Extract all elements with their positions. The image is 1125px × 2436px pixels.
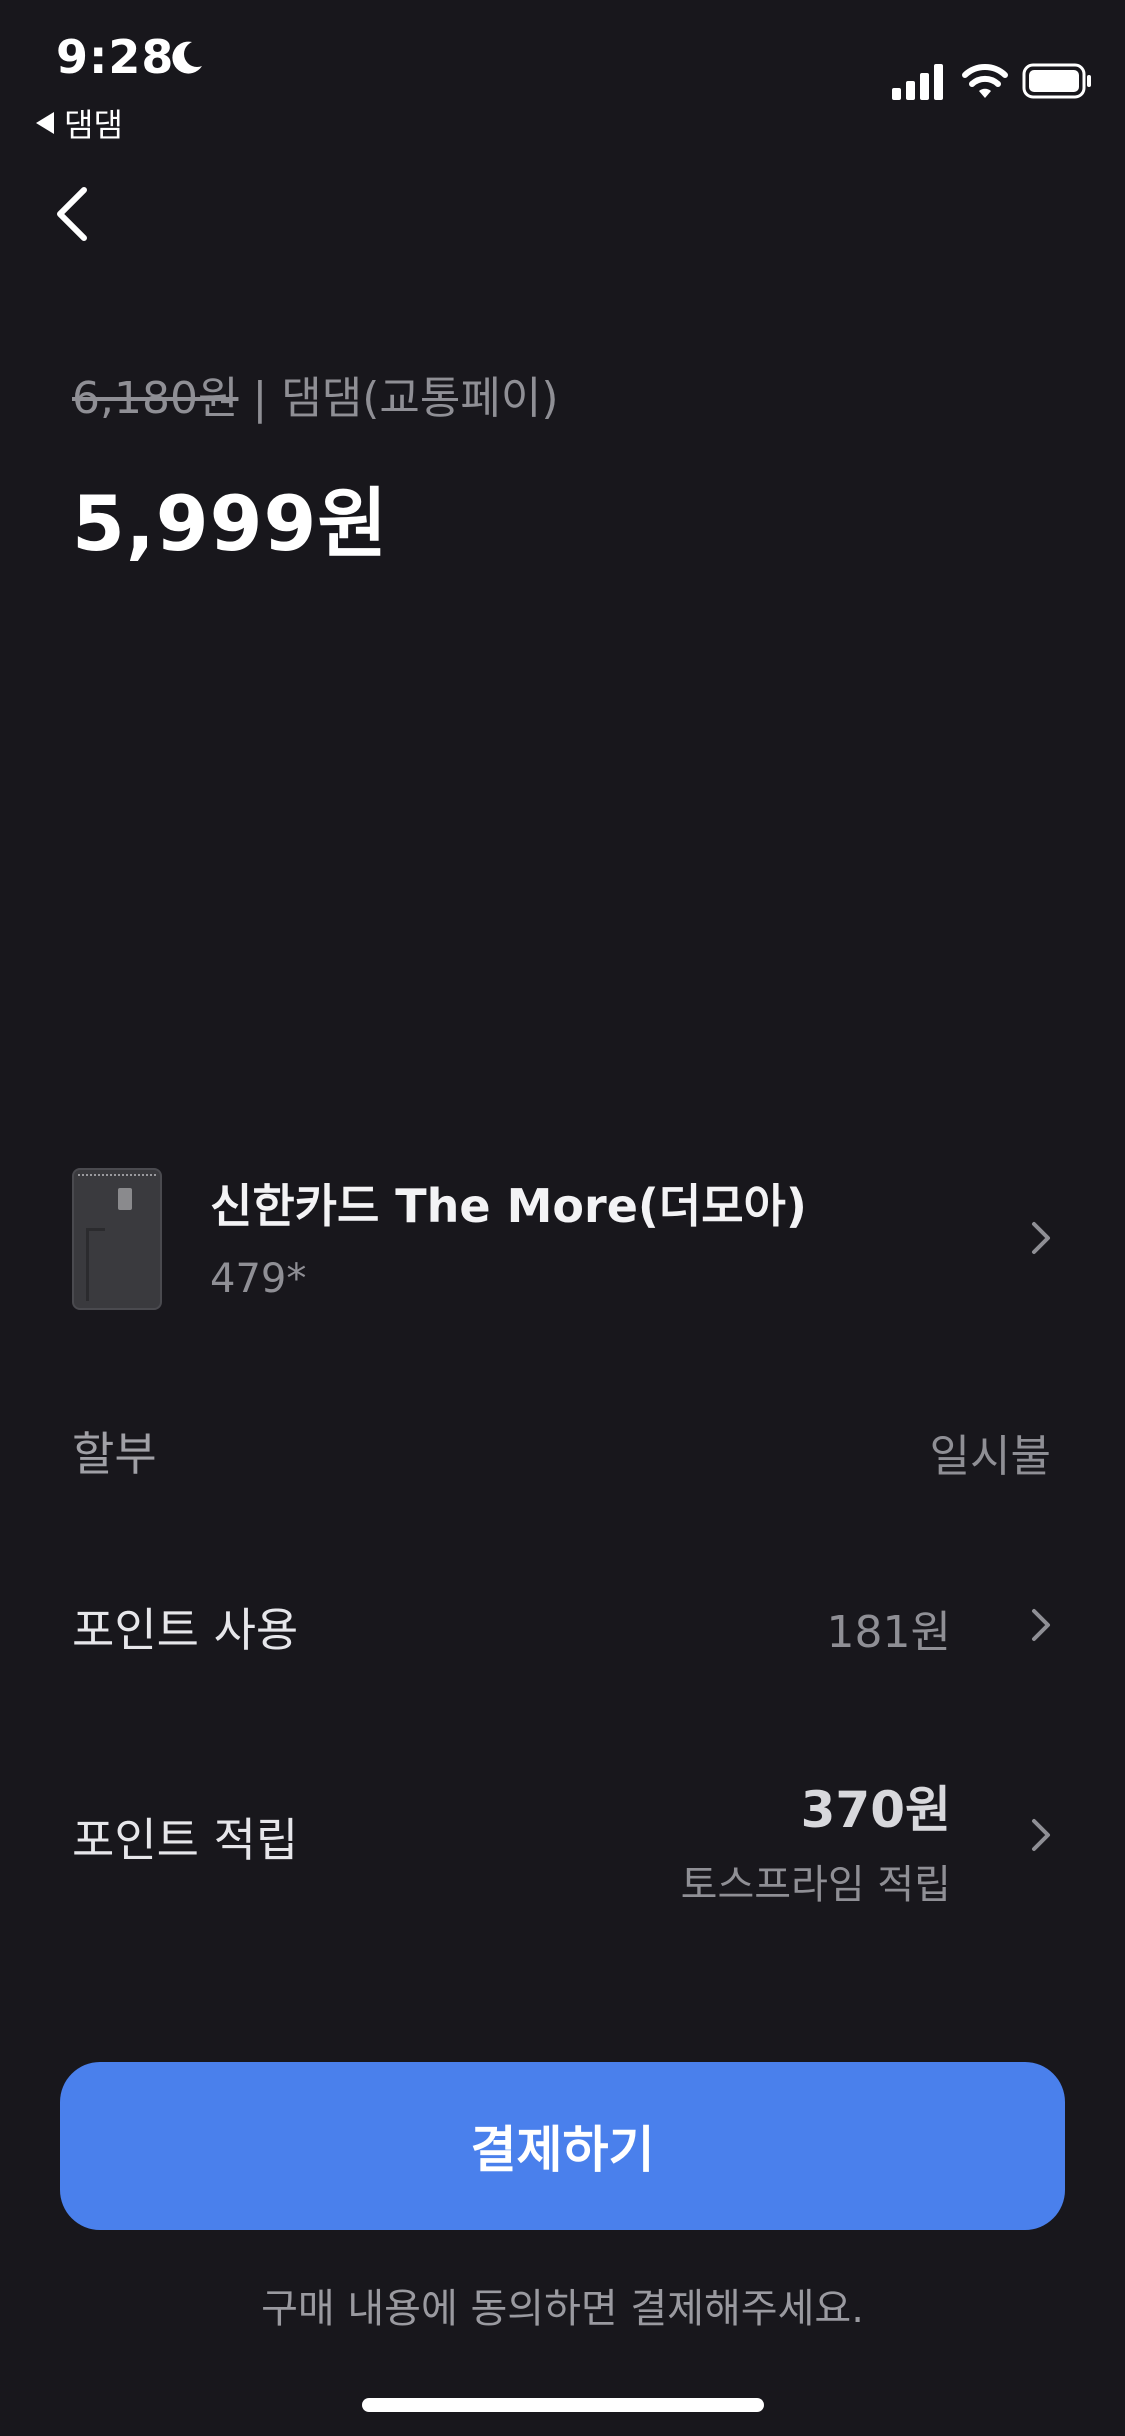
home-indicator [362,2398,764,2412]
signal-icon [892,64,943,100]
point-earn-value: 370원 [800,1781,951,1839]
final-price: 5,999원 [72,479,389,568]
card-name: 신한카드 The More(더모아) [210,1179,807,1233]
price-separator: | [252,373,268,424]
status-time: 9:28 [56,30,175,84]
wifi-icon [962,64,1008,98]
chevron-right-icon [1032,1609,1050,1641]
pay-button[interactable]: 결제하기 [60,2062,1065,2230]
original-price: 6,180원 [72,373,239,424]
point-earn-sub: 토스프라임 적립 [680,1862,951,1908]
installment-value: 일시불 [929,1431,1051,1482]
point-use-label: 포인트 사용 [72,1603,299,1657]
moon-icon [172,41,202,74]
card-number: 479* [210,1256,307,1302]
back-to-app-link[interactable]: 댐댐 [36,100,123,146]
price-origin-line: 6,180원 | 댐댐(교통페이) [72,362,559,426]
chevron-right-icon [1032,1222,1050,1254]
back-chevron-icon[interactable] [44,178,104,248]
back-triangle-icon [36,112,54,134]
battery-icon [1022,63,1091,99]
point-use-value: 181원 [826,1607,951,1658]
card-image [72,1168,162,1310]
chevron-right-icon [1032,1819,1050,1851]
back-app-label: 댐댐 [64,106,123,144]
merchant-name: 댐댐(교통페이) [281,373,559,424]
agreement-note: 구매 내용에 동의하면 결제해주세요. [261,2286,864,2332]
point-earn-label: 포인트 적립 [72,1813,299,1867]
installment-label: 할부 [72,1427,157,1481]
